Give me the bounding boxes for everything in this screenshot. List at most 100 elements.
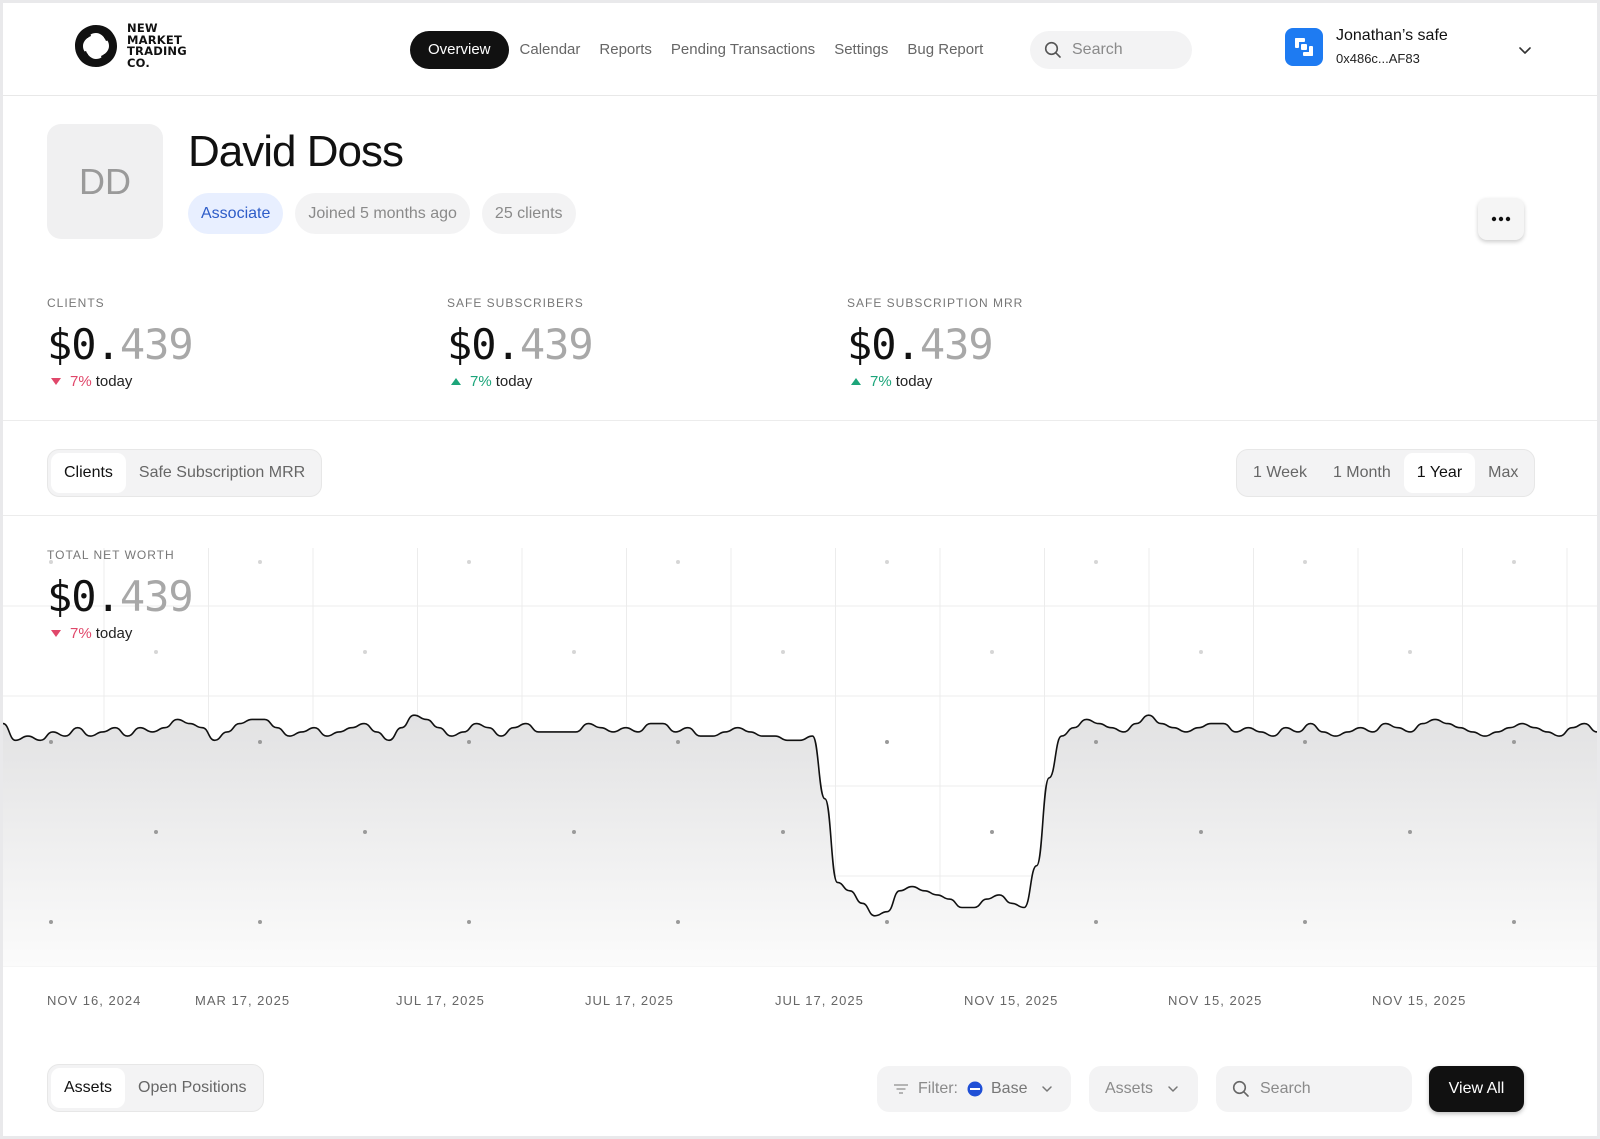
grid-dot [363,650,367,654]
stat-label: SAFE SUBSCRIPTION MRR [847,296,1024,310]
chart-value-int: $0. [47,572,121,621]
x-tick-label: NOV 15, 2025 [964,993,1059,1008]
x-tick-label: MAR 17, 2025 [195,993,291,1008]
delta-percent: 7% [70,373,92,390]
grid-dot [990,830,994,834]
x-tick-label: NOV 15, 2025 [1372,993,1467,1008]
profile-badges: Associate Joined 5 months ago 25 clients [188,193,588,234]
tab-assets[interactable]: Assets [51,1068,126,1108]
net-worth-chart [3,548,1597,967]
delta-percent: 7% [470,373,492,390]
stat-value-int: $0. [447,320,521,369]
grid-dot [1303,740,1307,744]
grid-dot [1094,560,1098,564]
top-header: NEW MARKET TRADING CO. Overview Calendar… [3,3,1597,96]
grid-dot [572,830,576,834]
stat-value: $0.439 [447,320,594,369]
chevron-down-icon [1042,1086,1053,1092]
tab-safe-subscription-mrr[interactable]: Safe Subscription MRR [126,453,318,493]
arrow-up-icon [851,378,861,385]
grid-dot [676,920,680,924]
grid-dot [1303,560,1307,564]
asset-tabs: Assets Open Positions [47,1064,264,1112]
header-search-input[interactable] [1072,41,1172,59]
delta-suffix: today [895,373,933,390]
stat-clients: CLIENTS $0.439 7% today [47,296,194,390]
nav-bug-report[interactable]: Bug Report [907,31,983,69]
delta-percent: 7% [70,625,92,642]
grid-dot [676,740,680,744]
stat-delta: 7% today [47,373,193,390]
delta-suffix: today [95,373,133,390]
arrow-down-icon [51,378,61,385]
arrow-down-icon [51,630,61,637]
x-axis-labels: NOV 16, 2024 MAR 17, 2025 JUL 17, 2025 J… [3,993,1597,1013]
divider [3,515,1597,516]
grid-dot [572,650,576,654]
more-options-button[interactable] [1478,198,1524,240]
chart-title: TOTAL NET WORTH $0.439 7% today [47,548,194,642]
x-tick-label: JUL 17, 2025 [775,993,864,1008]
logo-text: NEW MARKET TRADING CO. [127,22,187,70]
grid-dot [1512,740,1516,744]
grid-dot [781,830,785,834]
grid-dot [990,650,994,654]
range-1-week[interactable]: 1 Week [1240,453,1320,493]
nav-overview[interactable]: Overview [410,31,509,69]
stat-label: SAFE SUBSCRIBERS [447,296,584,310]
grid-dot [885,920,889,924]
safe-name: Jonathan’s safe [1336,27,1448,44]
range-1-month[interactable]: 1 Month [1320,453,1404,493]
grid-dot [363,830,367,834]
range-1-year[interactable]: 1 Year [1403,453,1476,493]
nav-settings[interactable]: Settings [834,31,888,69]
page-title: David Doss [188,127,404,176]
delta-suffix: today [495,373,533,390]
asset-search-input[interactable] [1260,1080,1360,1098]
stat-value-frac: 439 [919,320,994,369]
metric-tabs: Clients Safe Subscription MRR [47,449,323,497]
nav-calendar[interactable]: Calendar [520,31,581,69]
grid-dot [467,920,471,924]
logo-mark-icon [75,25,117,67]
chevron-down-icon[interactable] [1518,43,1532,57]
app-window: NEW MARKET TRADING CO. Overview Calendar… [3,3,1597,1136]
tab-open-positions[interactable]: Open Positions [125,1068,260,1108]
asset-search[interactable] [1216,1066,1412,1112]
logo-line: CO. [127,55,150,70]
stat-delta: 7% today [847,373,1023,390]
network-filter[interactable]: Filter: Base [877,1066,1071,1112]
grid-dot [781,650,785,654]
grid-dot [1199,650,1203,654]
grid-dot [1094,740,1098,744]
stat-safe-subscription-mrr: SAFE SUBSCRIPTION MRR $0.439 7% today [847,296,1023,390]
chart-area [3,715,1597,966]
more-dots-icon [1491,216,1511,222]
x-tick-label: JUL 17, 2025 [585,993,674,1008]
grid-dot [258,740,262,744]
grid-dot [1512,560,1516,564]
grid-dot [49,740,53,744]
safe-switcher[interactable]: Jonathan’s safe 0x486c...AF83 [1285,27,1448,66]
nav-reports[interactable]: Reports [599,31,652,69]
x-tick-label: NOV 16, 2024 [47,993,142,1008]
x-tick-label: JUL 17, 2025 [396,993,485,1008]
header-search[interactable] [1030,31,1192,69]
assets-select[interactable]: Assets [1089,1066,1198,1112]
grid-dot [885,740,889,744]
chart-value-frac: 439 [119,572,194,621]
logo[interactable]: NEW MARKET TRADING CO. [73,22,187,70]
grid-dot [1408,830,1412,834]
assets-select-value: Assets [1105,1080,1154,1097]
search-icon [1232,1080,1249,1097]
chart-delta: 7% today [47,625,193,642]
stat-label: CLIENTS [47,296,105,310]
main-nav: Overview Calendar Reports Pending Transa… [410,31,1002,69]
stat-value: $0.439 [847,320,1023,369]
range-max[interactable]: Max [1475,453,1531,493]
stat-value-frac: 439 [119,320,194,369]
nav-pending-transactions[interactable]: Pending Transactions [671,31,815,69]
tab-clients[interactable]: Clients [51,453,126,493]
range-tabs: 1 Week 1 Month 1 Year Max [1236,449,1536,497]
view-all-button[interactable]: View All [1429,1066,1524,1112]
